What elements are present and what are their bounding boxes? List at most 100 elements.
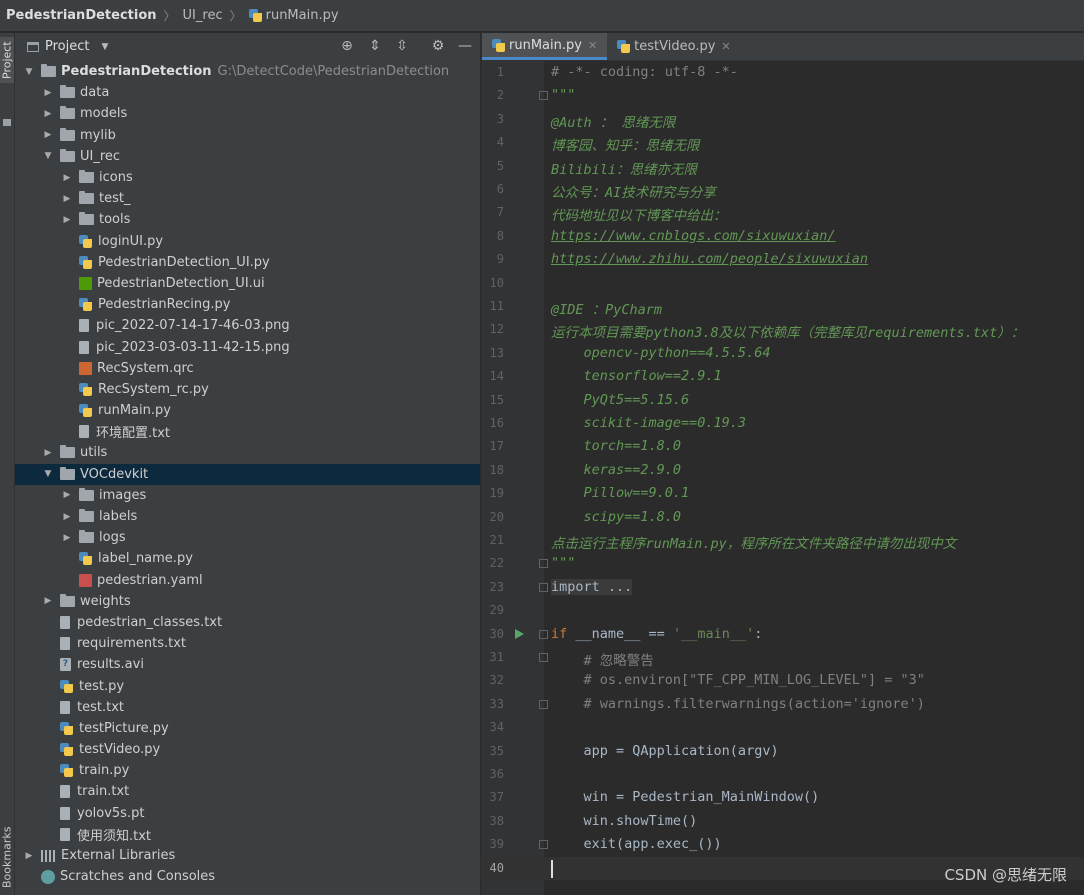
code-line[interactable]: 34 [482, 716, 1084, 739]
code-line[interactable]: 38 win.showTime() [482, 810, 1084, 833]
tree-file[interactable]: pedestrian.yaml [15, 570, 480, 591]
tree-file[interactable]: runMain.py [15, 400, 480, 421]
code-line[interactable]: 33 # warnings.filterwarnings(action='ign… [482, 693, 1084, 716]
code-line[interactable]: 21 点击运行主程序runMain.py，程序所在文件夹路径中请勿出现中文 [482, 529, 1084, 552]
tree-file[interactable]: test.txt [15, 697, 480, 718]
fold-icon[interactable] [539, 840, 548, 850]
tree-folder[interactable]: ▶ data [15, 82, 480, 103]
tree-file[interactable]: 使用须知.txt [15, 824, 480, 845]
chevron-right-icon[interactable]: ▶ [23, 851, 35, 861]
tree-file[interactable]: PedestrianRecing.py [15, 294, 480, 315]
tree-file[interactable]: label_name.py [15, 548, 480, 569]
tree-folder[interactable]: ▶ utils [15, 442, 480, 463]
code-line[interactable]: 8 https://www.cnblogs.com/sixuwuxian/ [482, 225, 1084, 248]
tree-folder[interactable]: ▶ models [15, 103, 480, 124]
chevron-right-icon[interactable]: ▶ [61, 533, 73, 543]
breadcrumb-project[interactable]: PedestrianDetection [6, 8, 157, 23]
project-tool-tab[interactable]: Project [0, 37, 14, 83]
tree-file[interactable]: pic_2023-03-03-11-42-15.png [15, 336, 480, 357]
chevron-right-icon[interactable]: ▶ [42, 448, 54, 458]
code-line[interactable]: 3 @Auth ： 思绪无限 [482, 108, 1084, 131]
tree-file[interactable]: RecSystem_rc.py [15, 379, 480, 400]
tree-folder[interactable]: ▼ UI_rec [15, 146, 480, 167]
tree-file[interactable]: pedestrian_classes.txt [15, 612, 480, 633]
code-line[interactable]: 1 # -*- coding: utf-8 -*- [482, 61, 1084, 84]
chevron-right-icon[interactable]: ▶ [61, 173, 73, 183]
code-line[interactable]: 32 # os.environ["TF_CPP_MIN_LOG_LEVEL"] … [482, 669, 1084, 692]
code-line[interactable]: 22 """ [482, 552, 1084, 575]
code-line[interactable]: 37 win = Pedestrian_MainWindow() [482, 786, 1084, 809]
code-area[interactable]: 1 # -*- coding: utf-8 -*- 2 """ 3 @Auth ： 思绪无… [482, 61, 1084, 895]
code-line[interactable]: 18 keras==2.9.0 [482, 459, 1084, 482]
code-line[interactable]: 9 https://www.zhihu.com/people/sixuwuxian [482, 248, 1084, 271]
tree-folder[interactable]: ▶ mylib [15, 125, 480, 146]
code-line[interactable]: 19 Pillow==9.0.1 [482, 482, 1084, 505]
code-line[interactable]: 5 Bilibili：思绪亦无限 [482, 155, 1084, 178]
tree-file[interactable]: testPicture.py [15, 718, 480, 739]
chevron-right-icon[interactable]: ▶ [42, 130, 54, 140]
code-line[interactable]: 35 app = QApplication(argv) [482, 740, 1084, 763]
code-line[interactable]: 4 博客园、知乎：思绪无限 [482, 131, 1084, 154]
structure-icon[interactable] [3, 119, 11, 126]
tree-file[interactable]: train.txt [15, 781, 480, 802]
tree-folder[interactable]: ▶ icons [15, 167, 480, 188]
chevron-down-icon[interactable]: ▼ [23, 67, 35, 77]
tree-file[interactable]: 环境配置.txt [15, 421, 480, 442]
locate-icon[interactable]: ⊕ [338, 37, 356, 55]
code-line[interactable]: 6 公众号：AI技术研究与分享 [482, 178, 1084, 201]
chevron-right-icon[interactable]: ▶ [42, 109, 54, 119]
fold-icon[interactable] [539, 91, 548, 101]
code-line[interactable]: 39 exit(app.exec_()) [482, 833, 1084, 856]
code-line[interactable]: 16 scikit-image==0.19.3 [482, 412, 1084, 435]
tree-folder[interactable]: ▶ logs [15, 527, 480, 548]
breadcrumb-file[interactable]: runMain.py [266, 8, 339, 23]
tree-folder[interactable]: ▶ images [15, 485, 480, 506]
collapse-all-icon[interactable]: ⇳ [393, 37, 411, 55]
code-line[interactable]: 13 opencv-python==4.5.5.64 [482, 342, 1084, 365]
tree-file[interactable]: PedestrianDetection_UI.ui [15, 273, 480, 294]
tree-file[interactable]: ▶Scratches and Consoles [15, 866, 480, 887]
tree-folder[interactable]: ▶ tools [15, 209, 480, 230]
code-line[interactable]: 14 tensorflow==2.9.1 [482, 365, 1084, 388]
hide-panel-icon[interactable]: — [456, 37, 474, 55]
fold-icon[interactable] [539, 653, 548, 662]
tree-file[interactable]: requirements.txt [15, 633, 480, 654]
fold-icon[interactable] [539, 582, 548, 592]
chevron-down-icon[interactable]: ▼ [42, 151, 54, 161]
code-line[interactable]: 36 [482, 763, 1084, 786]
project-title[interactable]: Project [45, 39, 89, 54]
tree-folder[interactable]: ▶ weights [15, 591, 480, 612]
code-line[interactable]: 23 import ... [482, 576, 1084, 599]
close-icon[interactable]: ✕ [721, 40, 730, 53]
tree-file[interactable]: loginUI.py [15, 231, 480, 252]
chevron-right-icon[interactable]: ▶ [61, 215, 73, 225]
breadcrumb-folder[interactable]: UI_rec [183, 8, 223, 23]
tree-folder[interactable]: ▼ PedestrianDetection G:\DetectCode\Pedest… [15, 61, 480, 82]
editor-tab[interactable]: testVideo.py ✕ [607, 33, 740, 60]
code-line[interactable]: 10 [482, 272, 1084, 295]
tree-file[interactable]: ? results.avi [15, 654, 480, 675]
tree-folder[interactable]: ▶ test_ [15, 188, 480, 209]
code-line[interactable]: 15 PyQt5==5.15.6 [482, 389, 1084, 412]
fold-icon[interactable] [539, 629, 548, 639]
chevron-right-icon[interactable]: ▶ [61, 512, 73, 522]
dropdown-arrow-icon[interactable]: ▼ [101, 42, 108, 52]
tree-file[interactable]: yolov5s.pt [15, 803, 480, 824]
tree-file[interactable]: pic_2022-07-14-17-46-03.png [15, 315, 480, 336]
run-icon[interactable] [515, 628, 524, 639]
bookmarks-tool-tab[interactable]: Bookmarks [0, 825, 14, 889]
tree-file[interactable]: PedestrianDetection_UI.py [15, 252, 480, 273]
tree-folder[interactable]: ▼ VOCdevkit [15, 463, 480, 485]
chevron-down-icon[interactable]: ▼ [42, 469, 54, 479]
code-line[interactable]: 29 [482, 599, 1084, 622]
code-line[interactable]: 17 torch==1.8.0 [482, 435, 1084, 458]
chevron-right-icon[interactable]: ▶ [42, 596, 54, 606]
tree-folder[interactable]: ▶ labels [15, 506, 480, 527]
code-line[interactable]: 12 运行本项目需要python3.8及以下依赖库（完整库见requirement… [482, 318, 1084, 341]
editor-tab[interactable]: runMain.py ✕ [482, 33, 608, 60]
tree-file[interactable]: test.py [15, 675, 480, 696]
code-line[interactable]: 11 @IDE ：PyCharm [482, 295, 1084, 318]
code-line[interactable]: 2 """ [482, 84, 1084, 107]
tree-file[interactable]: train.py [15, 760, 480, 781]
code-line[interactable]: 7 代码地址见以下博客中给出： [482, 201, 1084, 224]
